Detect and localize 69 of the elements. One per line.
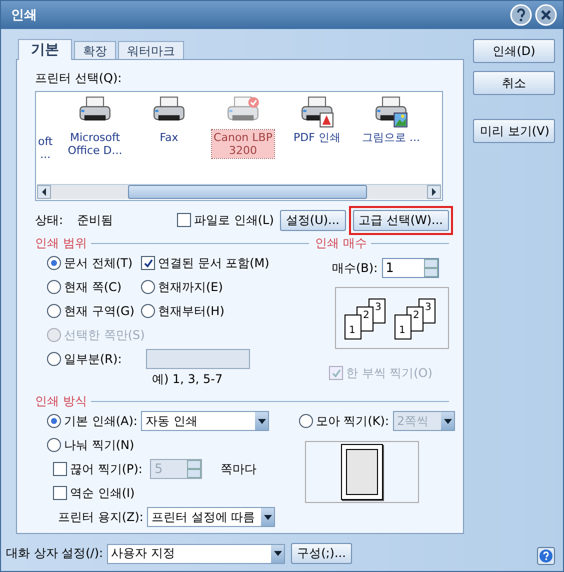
copies-label: 매수(B): — [332, 260, 378, 276]
printer-icon — [300, 96, 334, 128]
radio-button[interactable] — [47, 414, 61, 428]
section-title: 인쇄 범위 — [35, 234, 87, 252]
radio-label: 기본 인쇄(A): — [64, 412, 138, 430]
printer-name[interactable]: 그림으로 ... — [360, 130, 422, 145]
tab[interactable]: 워터마크 — [118, 41, 184, 59]
settings-button[interactable]: 설정(U)... — [280, 210, 346, 230]
spin-arrows-icon — [424, 259, 438, 277]
radio-button[interactable] — [47, 438, 61, 452]
radio-button[interactable] — [141, 280, 155, 294]
radio-button[interactable] — [141, 304, 155, 318]
scrollbar-thumb[interactable] — [128, 185, 367, 199]
advanced-button[interactable]: 고급 선택(W)... — [352, 210, 449, 230]
radio-label: 문서 전체(T) — [64, 254, 133, 272]
tab[interactable]: 기본 — [18, 39, 72, 60]
radio-label: 현재 쪽(C) — [64, 278, 122, 296]
checkbox-label: 한 부씩 찍기(O) — [346, 364, 432, 382]
scroll-right-icon[interactable] — [427, 185, 441, 199]
checkbox-label: 파일로 인쇄(L) — [194, 212, 274, 228]
radio-button[interactable] — [47, 256, 61, 270]
suffix-label: 쪽마다 — [220, 460, 256, 478]
checkbox[interactable] — [141, 256, 155, 270]
page-drawing: 1 — [344, 314, 362, 340]
tab[interactable]: 확장 — [74, 41, 116, 59]
status-label: 상태: — [35, 212, 64, 228]
scroll-left-icon[interactable] — [37, 185, 51, 199]
checkbox-label: 연결된 문서 포함(M) — [158, 254, 270, 272]
checkbox[interactable] — [177, 213, 192, 227]
section-title: 인쇄 방식 — [35, 392, 87, 410]
printer-name[interactable]: Canon LBP 3200 — [212, 130, 274, 158]
page-drawing: 1 — [394, 314, 412, 340]
hint-text: 예) 1, 3, 5-7 — [151, 371, 224, 388]
paper-label: 프린터 용지(Z): — [58, 508, 144, 526]
checkbox[interactable] — [53, 486, 67, 500]
dialog-settings-dropdown[interactable]: 사용자 지정 — [107, 544, 286, 564]
printer-select-label: 프린터 선택(Q): — [35, 70, 123, 87]
printer-icon — [374, 96, 408, 128]
window-title: 인쇄 — [11, 7, 37, 24]
horizontal-scrollbar[interactable] — [37, 184, 441, 199]
radio-label: 나눠 찍기(N) — [64, 436, 134, 454]
copies-spinner[interactable]: 1 — [382, 258, 439, 278]
radio-label: 현재까지(E) — [158, 278, 223, 296]
status-value: 준비됨 — [77, 212, 114, 228]
dialog-button[interactable]: 미리 보기(V) — [473, 119, 555, 143]
radio-button[interactable] — [47, 280, 61, 294]
checkbox-label: 끊어 찍기(P): — [70, 460, 142, 478]
configure-button[interactable]: 구성(;)... — [291, 543, 352, 564]
dialog-button[interactable]: 취소 — [473, 71, 555, 95]
printer-name[interactable]: oft ... — [36, 134, 55, 162]
spin-arrows-icon — [187, 460, 202, 478]
radio-label: 현재부터(H) — [158, 302, 224, 320]
radio-button[interactable] — [47, 352, 61, 366]
printer-name[interactable]: PDF 인쇄 — [292, 130, 342, 145]
paper-dropdown[interactable]: 프린터 설정에 따름 — [147, 507, 276, 527]
printer-name[interactable]: Fax — [158, 130, 180, 145]
print-mode-dropdown[interactable]: 자동 인쇄 — [141, 411, 270, 431]
dialog-button[interactable]: 인쇄(D) — [473, 39, 555, 63]
printer-name[interactable]: Microsoft Office D... — [66, 130, 124, 158]
radio-label: 현재 구역(G) — [64, 302, 134, 320]
section-title: 인쇄 매수 — [315, 234, 367, 252]
close-icon[interactable] — [535, 4, 557, 26]
radio-button[interactable] — [47, 304, 61, 318]
checkbox-label: 역순 인쇄(I) — [70, 484, 135, 502]
radio-label: 일부분(R): — [64, 350, 122, 368]
radio-label: 모아 찍기(K): — [316, 412, 389, 430]
dialog-settings-label: 대화 상자 설정(/): — [6, 545, 104, 562]
radio-label: 선택한 쪽만(S) — [64, 326, 145, 344]
help-icon[interactable] — [537, 547, 555, 565]
